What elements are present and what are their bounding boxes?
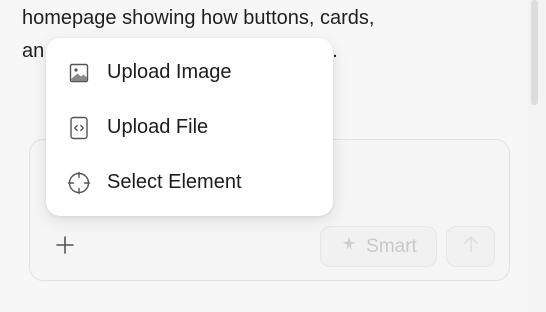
sparkle-icon [340,235,358,259]
message-line-2-start: an [22,40,45,62]
scrollbar-thumb[interactable] [531,0,538,105]
menu-item-label: Select Element [107,171,242,193]
message-line-1: homepage showing how buttons, cards, [22,7,375,29]
smart-mode-button[interactable]: Smart [320,226,437,267]
menu-item-label: Upload File [107,116,209,138]
smart-mode-label: Smart [366,235,417,257]
menu-item-upload-image[interactable]: Upload Image [46,45,333,100]
menu-item-upload-file[interactable]: Upload File [46,100,333,155]
menu-item-label: Upload Image [107,61,232,83]
send-button[interactable] [446,226,495,267]
menu-item-select-element[interactable]: Select Element [46,155,333,210]
message-line-2-end: . [332,40,338,62]
attachment-menu: Upload Image Upload File Select Element [46,38,333,216]
crosshair-icon [67,171,91,195]
image-icon [67,61,91,85]
scrollbar-track[interactable] [528,0,546,312]
plus-icon [56,235,74,257]
code-file-icon [67,116,91,140]
arrow-up-icon [463,235,479,258]
add-attachment-button[interactable] [48,229,82,263]
